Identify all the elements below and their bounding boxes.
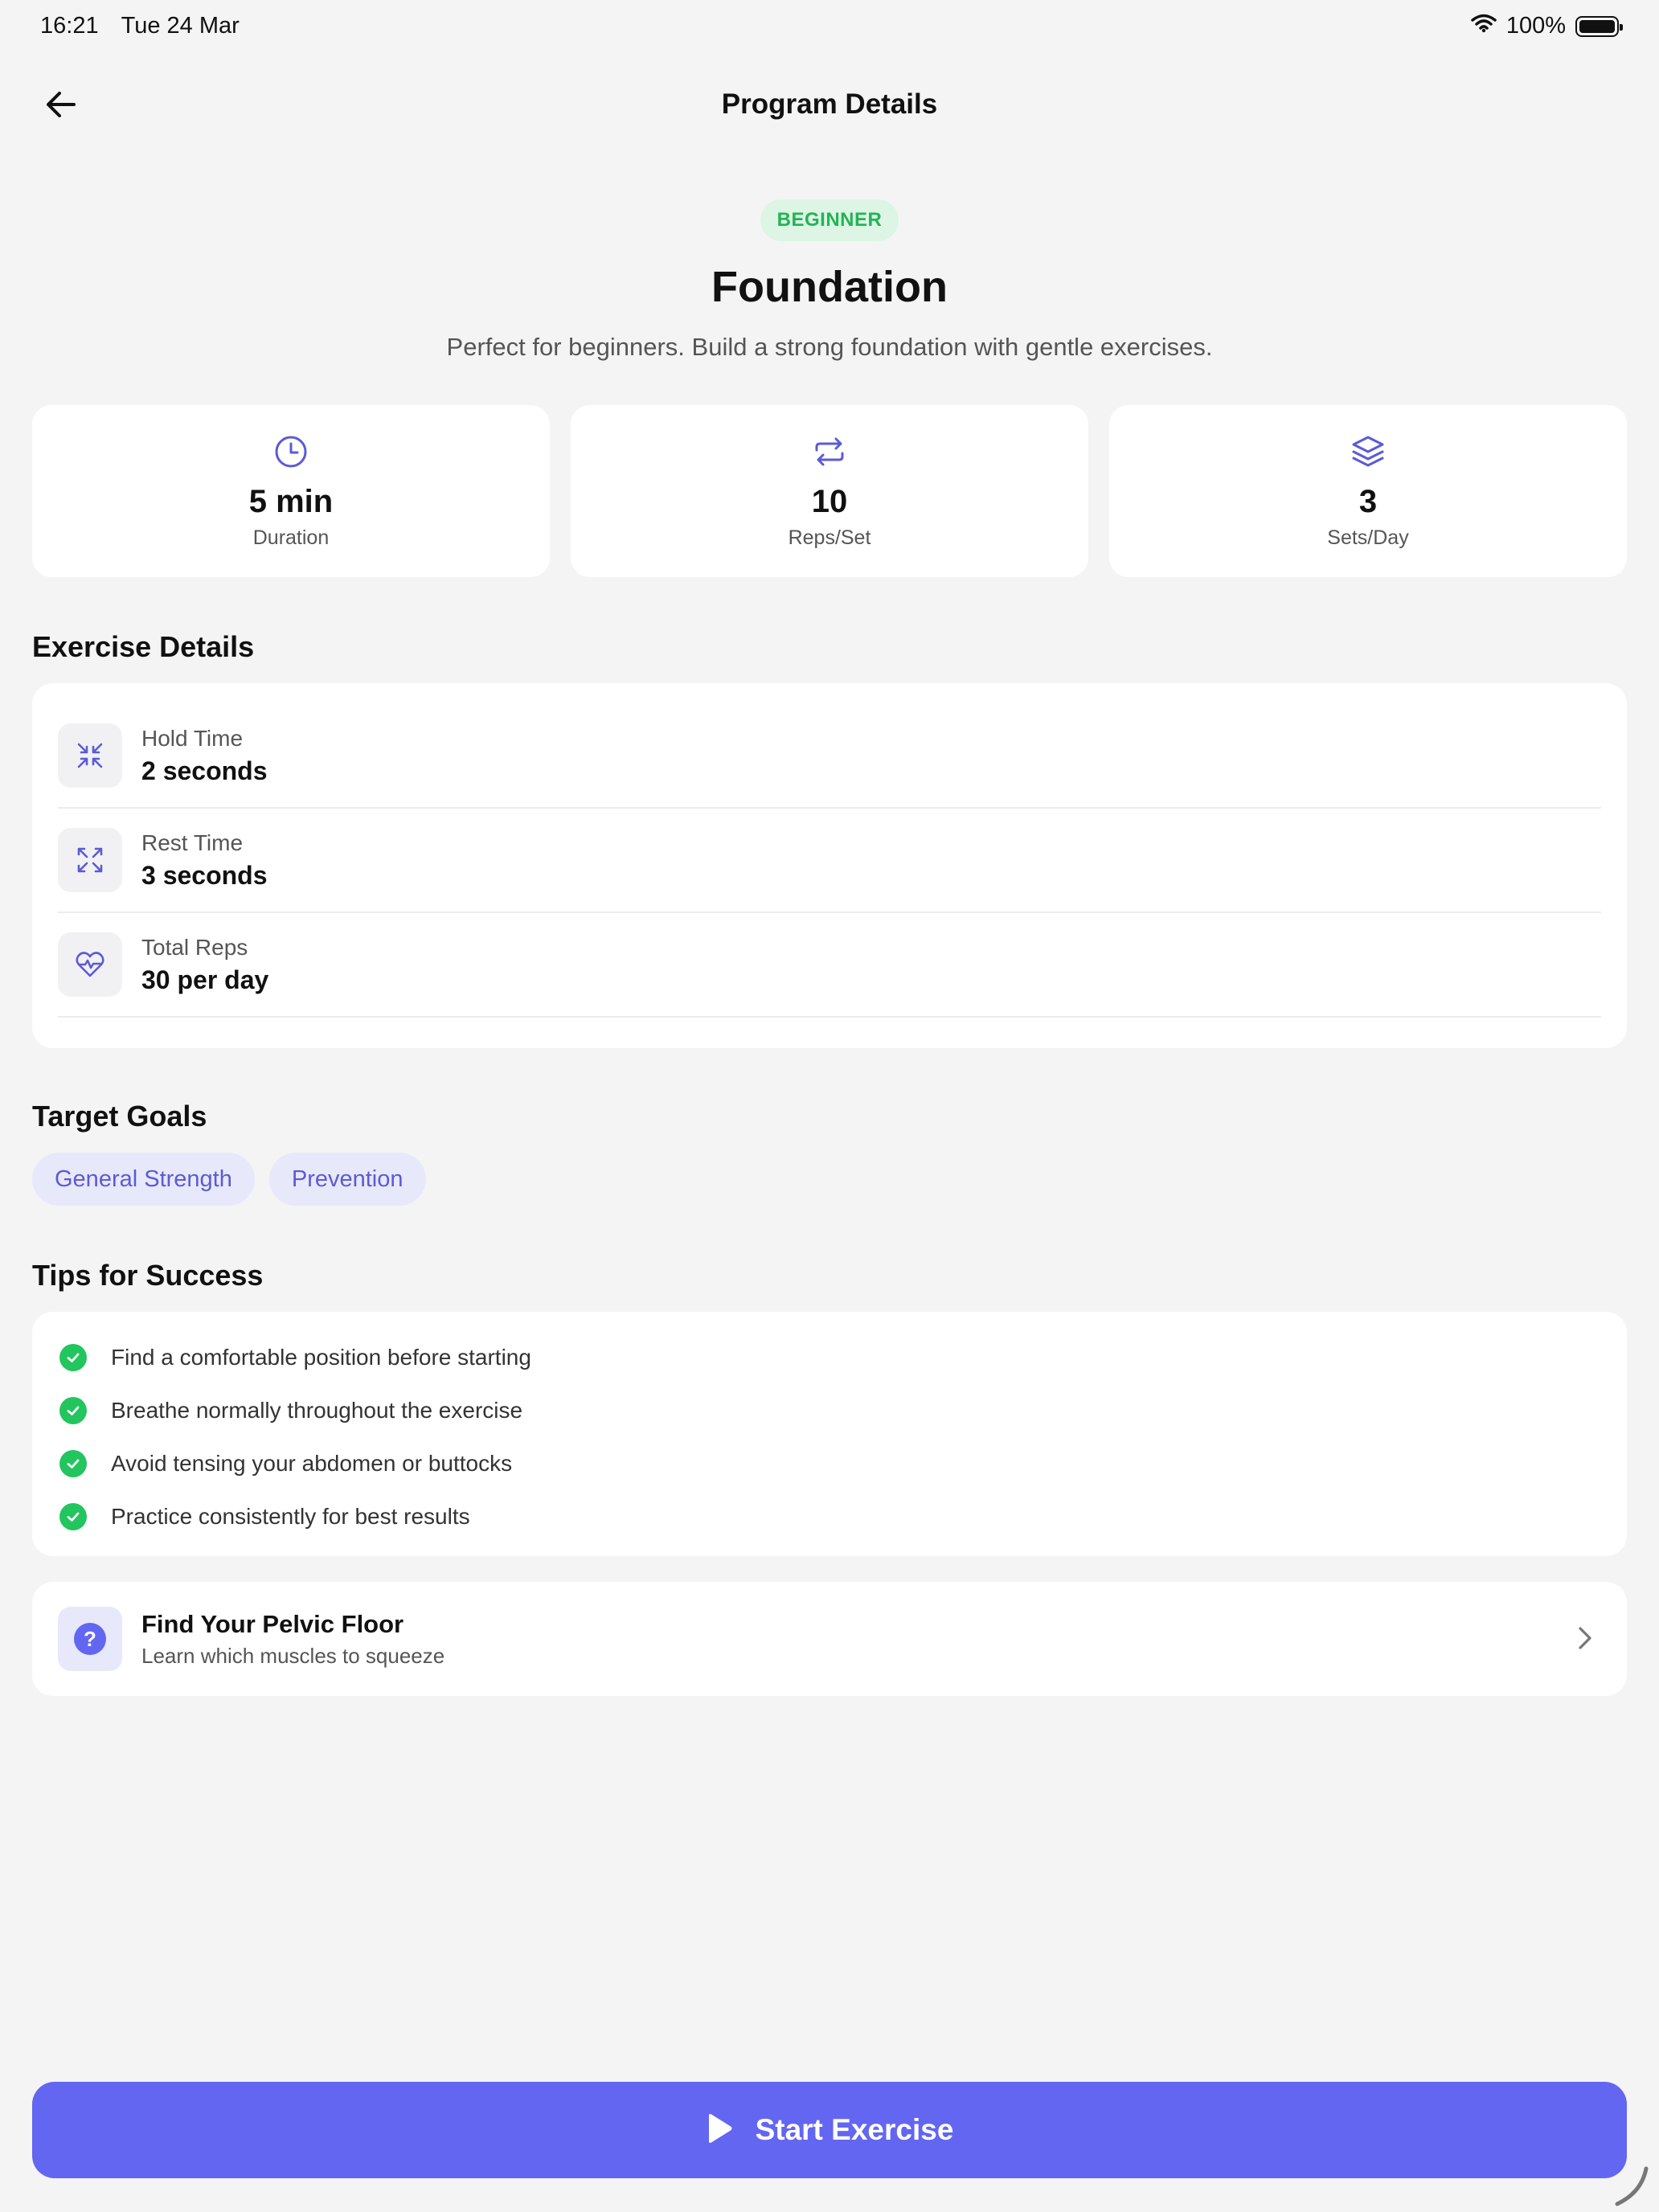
check-circle-icon [59,1344,87,1371]
tip-text: Breathe normally throughout the exercise [111,1398,523,1423]
stat-value: 3 [1358,484,1378,519]
exercise-details-card: Hold Time 2 seconds Rest Time 3 seconds … [32,683,1627,1048]
target-goals-list: General Strength Prevention [32,1153,426,1206]
stat-card-duration: 5 min Duration [32,405,550,577]
tip-text: Find a comfortable position before start… [111,1345,531,1370]
pelvic-link-title: Find Your Pelvic Floor [141,1609,404,1638]
battery-icon [1575,15,1623,37]
check-circle-icon [59,1503,87,1530]
status-date: Tue 24 Mar [121,13,240,39]
battery-percent: 100% [1505,13,1566,39]
page-title: Program Details [721,88,938,120]
detail-value: 3 seconds [141,860,268,890]
find-pelvic-floor-link[interactable]: ? Find Your Pelvic Floor Learn which mus… [32,1582,1627,1696]
stat-label: Sets/Day [1327,526,1409,549]
tip-item: Practice consistently for best results [59,1490,1600,1543]
pelvic-link-subtitle: Learn which muscles to squeeze [141,1643,445,1668]
start-exercise-button[interactable]: Start Exercise [32,2082,1627,2178]
shrink-arrows-icon [58,723,122,788]
program-description: Perfect for beginners. Build a strong fo… [446,333,1213,361]
tips-card: Find a comfortable position before start… [32,1312,1627,1556]
goal-chip: General Strength [32,1153,255,1206]
exercise-details-heading: Exercise Details [32,630,255,663]
detail-row-rest-time: Rest Time 3 seconds [58,809,1601,913]
tip-item: Breathe normally throughout the exercise [59,1384,1600,1437]
detail-label: Hold Time [141,725,244,751]
status-time: 16:21 [40,13,99,39]
stat-card-sets: 3 Sets/Day [1109,405,1627,577]
stats-row: 5 min Duration 10 Reps/Set 3 Sets/Day [32,405,1627,577]
target-goals-heading: Target Goals [32,1100,207,1133]
stat-value: 10 [811,484,848,519]
program-title: Foundation [711,263,948,311]
chevron-right-icon [1575,1624,1595,1657]
tips-heading: Tips for Success [32,1259,264,1292]
status-bar: 16:21 Tue 24 Mar 100% [0,0,1659,51]
tip-item: Find a comfortable position before start… [59,1331,1600,1384]
stat-card-reps: 10 Reps/Set [571,405,1088,577]
program-details-screen: 16:21 Tue 24 Mar 100% Program Details BE… [0,0,1659,2212]
detail-label: Total Reps [141,934,248,960]
play-icon [706,2113,733,2148]
detail-row-hold-time: Hold Time 2 seconds [58,704,1601,809]
heart-pulse-icon [58,932,122,997]
tip-text: Practice consistently for best results [111,1504,470,1529]
stat-label: Reps/Set [788,526,871,549]
repeat-icon [812,434,847,469]
detail-row-total-reps: Total Reps 30 per day [58,913,1601,1018]
clock-icon [273,434,309,469]
wifi-icon [1471,13,1497,39]
tip-text: Avoid tensing your abdomen or buttocks [111,1451,513,1476]
detail-label: Rest Time [141,830,244,855]
goal-chip: Prevention [268,1153,426,1206]
check-circle-icon [59,1450,87,1477]
detail-value: 30 per day [141,965,269,994]
expand-arrows-icon [58,828,122,892]
detail-value: 2 seconds [141,756,268,785]
corner-indicator [1606,2164,1651,2209]
check-circle-icon [59,1397,87,1424]
tip-item: Avoid tensing your abdomen or buttocks [59,1437,1600,1490]
stat-label: Duration [252,526,330,549]
layers-icon [1350,434,1386,469]
stat-value: 5 min [248,484,334,519]
start-exercise-label: Start Exercise [755,2113,954,2146]
question-circle-icon: ? [58,1607,122,1671]
level-badge: BEGINNER [760,199,899,241]
